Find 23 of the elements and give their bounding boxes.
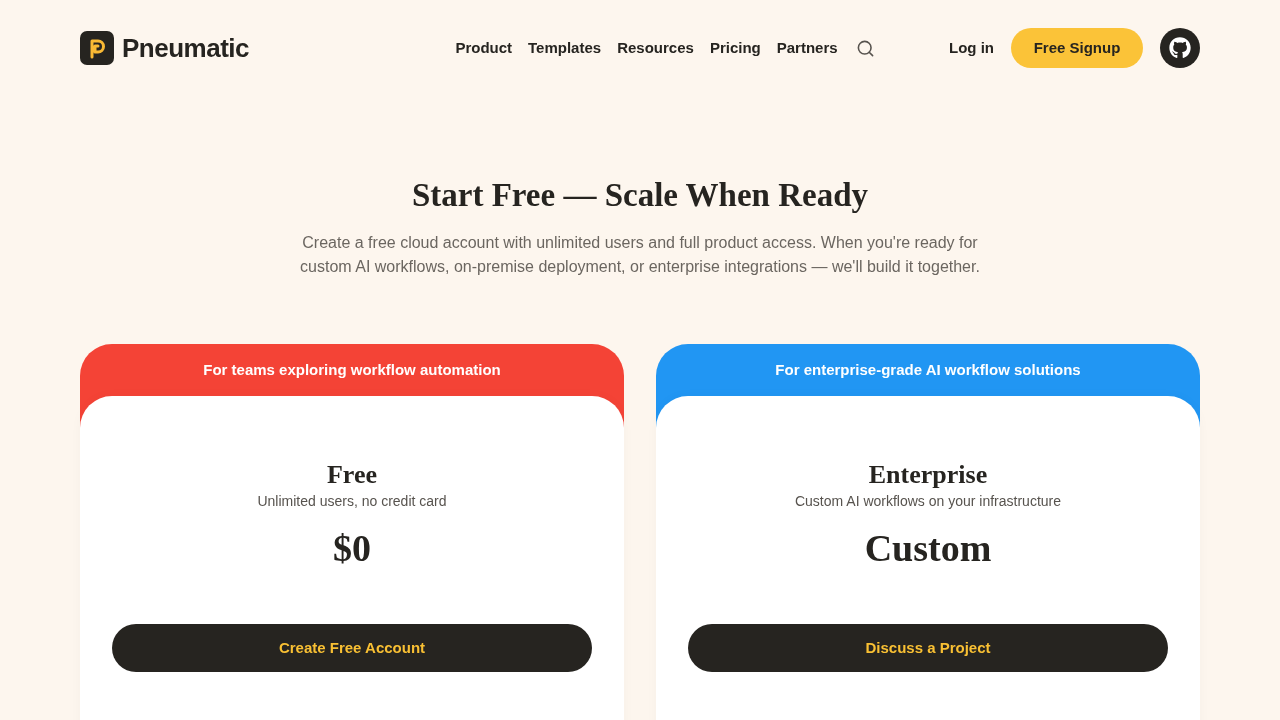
plan-name: Free (326, 459, 377, 491)
plan-cta-button[interactable]: Create Free Account (112, 624, 592, 672)
cat-silhouette-icon[interactable] (1160, 28, 1200, 68)
hero-title: Start Free — Scale When Ready (411, 176, 869, 215)
plan-cta-button[interactable]: Discuss a Project (688, 624, 1168, 672)
login-link[interactable]: Log in (949, 38, 994, 58)
plan-price: $0 (333, 526, 371, 571)
plan-name: Enterprise (868, 459, 988, 491)
nav-link[interactable]: Pricing (709, 38, 761, 58)
nav-link[interactable]: Resources (617, 38, 694, 58)
plan-subtitle: Unlimited users, no credit card (257, 492, 447, 511)
plan-price: Custom (864, 526, 992, 571)
brand-wordmark[interactable]: Pneumatic (122, 32, 249, 64)
nav-link[interactable]: Product (455, 38, 513, 58)
plan-tagline: For enterprise-grade AI workflow solutions (775, 360, 1081, 380)
plan-tagline: For teams exploring workflow automation (203, 360, 501, 380)
plan-subtitle: Custom AI workflows on your infrastructure (794, 492, 1062, 511)
signup-button[interactable]: Free Signup (1011, 28, 1143, 68)
hero-description: Create a free cloud account with unlimited users and full product access. When you're ready for custom AI workflows, on-premise deployment, or enterprise integrations — we'll build it together. (299, 233, 981, 277)
nav-link[interactable]: Partners (776, 38, 838, 58)
logo-icon (80, 31, 114, 65)
nav-link[interactable]: Templates (528, 38, 602, 58)
search-icon[interactable] (855, 38, 875, 58)
